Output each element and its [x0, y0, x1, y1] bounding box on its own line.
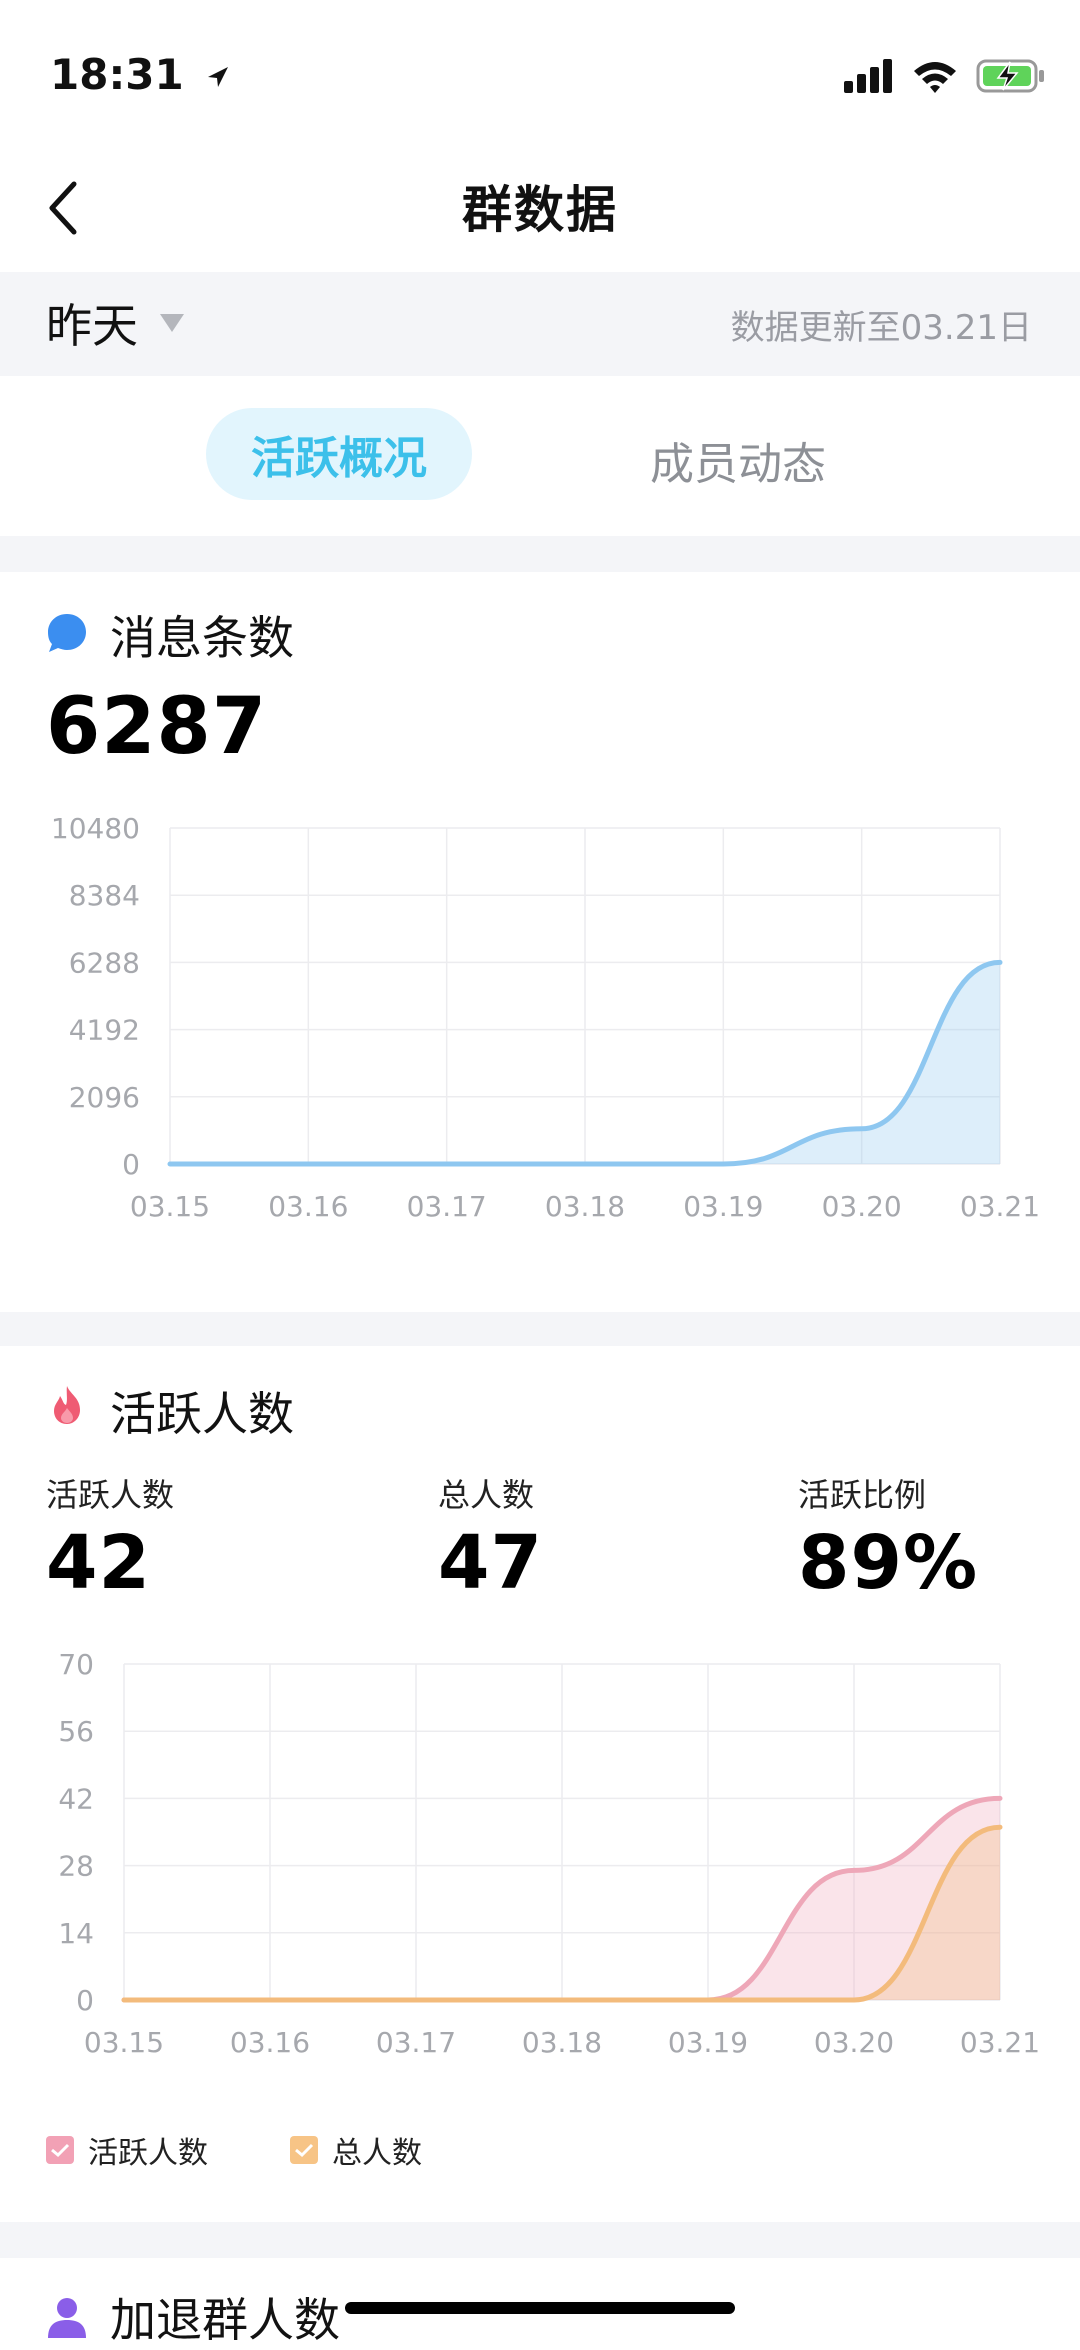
x-tick-label: 03.15 [130, 1190, 210, 1223]
section-divider [0, 2222, 1080, 2258]
status-time: 18:31 [50, 50, 232, 99]
x-tick-label: 03.20 [814, 2026, 894, 2056]
messages-chart: 0 2096 4192 6288 8384 10480 03.15 03.16 03.17 03.… [51, 812, 1040, 1223]
wifi-icon [914, 62, 956, 93]
stat-active-label: 活跃人数 [46, 1476, 175, 1514]
battery-charging-icon [976, 59, 1044, 93]
y-tick-label: 42 [58, 1782, 94, 1815]
x-tick-label: 03.20 [822, 1190, 902, 1223]
stat-total-label: 总人数 [438, 1476, 535, 1514]
home-indicator [345, 2302, 735, 2314]
x-tick-label: 03.19 [683, 1190, 763, 1223]
y-tick-label: 8384 [69, 879, 140, 912]
stat-ratio-value: 89% [798, 1520, 979, 1606]
status-icons [844, 58, 1046, 94]
active-chart: 0 14 28 42 56 70 03.15 03.16 03.17 03.18 03.19 03.2… [58, 1648, 1040, 2056]
person-icon [48, 2298, 86, 2338]
x-tick-label: 03.16 [230, 2026, 310, 2056]
legend-label: 总人数 [332, 2136, 422, 2171]
y-tick-label: 28 [58, 1850, 94, 1883]
tab-activity-overview[interactable]: 活跃概况 [206, 408, 472, 500]
y-tick-label: 10480 [51, 812, 140, 845]
stat-ratio-label: 活跃比例 [798, 1476, 927, 1514]
y-tick-label: 4192 [69, 1014, 140, 1047]
location-arrow-icon [208, 66, 229, 87]
chat-bubble-icon [48, 614, 86, 652]
x-tick-label: 03.16 [268, 1190, 348, 1223]
active-title: 活跃人数 [110, 1387, 294, 1441]
stat-active-value: 42 [46, 1520, 151, 1606]
messages-total: 6287 [46, 682, 268, 772]
tab-member-dynamics[interactable]: 成员动态 [650, 428, 826, 492]
y-tick-label: 6288 [69, 946, 140, 979]
fire-icon [54, 1386, 80, 1424]
x-tick-label: 03.15 [84, 2026, 164, 2056]
messages-title: 消息条数 [110, 611, 294, 665]
y-tick-label: 14 [58, 1917, 94, 1950]
checkbox-icon [46, 2136, 74, 2164]
section-divider [0, 1312, 1080, 1346]
legend-total[interactable]: 总人数 [290, 2128, 422, 2172]
y-tick-label: 56 [58, 1715, 94, 1748]
stat-total-value: 47 [438, 1520, 543, 1606]
x-tick-label: 03.17 [407, 1190, 487, 1223]
join-leave-title: 加退群人数 [110, 2293, 340, 2347]
checkbox-icon [290, 2136, 318, 2164]
data-update-text: 数据更新至03.21日 [730, 308, 1032, 348]
signal-icon [844, 59, 892, 93]
date-dropdown[interactable]: 昨天 [46, 290, 186, 356]
caret-down-icon [160, 314, 184, 332]
x-tick-label: 03.18 [522, 2026, 602, 2056]
date-dropdown-label: 昨天 [46, 299, 138, 353]
x-tick-label: 03.21 [960, 2026, 1040, 2056]
x-tick-label: 03.17 [376, 2026, 456, 2056]
legend-label: 活跃人数 [88, 2136, 208, 2171]
y-tick-label: 0 [122, 1148, 140, 1181]
section-divider [0, 536, 1080, 572]
y-tick-label: 2096 [69, 1081, 140, 1114]
legend-active[interactable]: 活跃人数 [46, 2128, 208, 2172]
x-tick-label: 03.18 [545, 1190, 625, 1223]
x-tick-label: 03.21 [960, 1190, 1040, 1223]
y-tick-label: 0 [76, 1984, 94, 2017]
x-tick-label: 03.19 [668, 2026, 748, 2056]
y-tick-label: 70 [58, 1648, 94, 1681]
page-title: 群数据 [462, 181, 618, 239]
